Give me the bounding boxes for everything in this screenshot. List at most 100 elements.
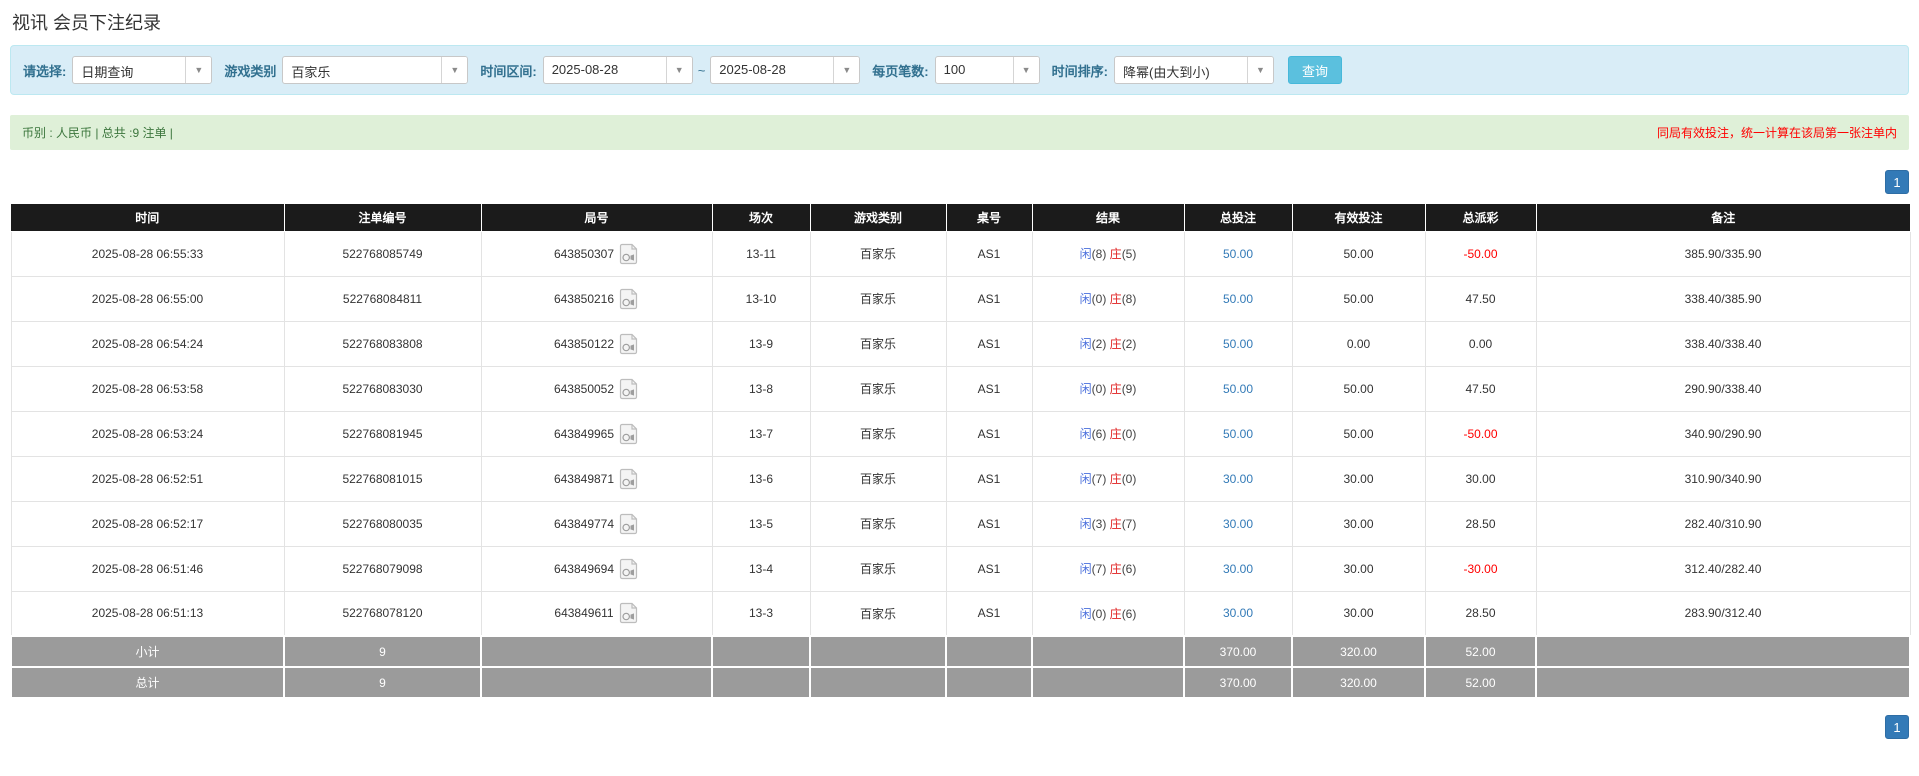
game-type-select[interactable]: 百家乐 ▼ — [282, 56, 469, 84]
result-player-label: 闲 — [1079, 606, 1092, 621]
result-player-value: (7) — [1091, 562, 1107, 576]
round-id-text: 643850122 — [553, 336, 615, 351]
table-row: 2025-08-28 06:55:33 522768085749 6438503… — [10, 230, 1911, 277]
cell-session: 13-7 — [711, 410, 811, 457]
cell-total-bet: 50.00 — [1183, 410, 1293, 457]
result-banker-label: 庄 — [1109, 382, 1122, 396]
cell-payout: 47.50 — [1424, 275, 1537, 322]
summary-cell — [809, 666, 947, 699]
cell-note: 282.40/310.90 — [1535, 500, 1911, 547]
cell-valid-bet: 50.00 — [1291, 230, 1426, 277]
total-bet-link[interactable]: 50.00 — [1223, 382, 1253, 396]
cell-table-no: AS1 — [945, 410, 1033, 457]
date-range-label: 时间区间: — [480, 63, 537, 79]
cell-time: 2025-08-28 06:53:58 — [10, 365, 285, 412]
bet-records-table: 时间 注单编号 局号 场次 游戏类别 桌号 结果 总投注 有效投注 总派彩 备注… — [10, 204, 1911, 699]
video-replay-icon[interactable] — [619, 288, 639, 310]
cell-game-type: 百家乐 — [809, 230, 947, 277]
cell-round-id: 643849694 — [480, 545, 713, 592]
video-replay-icon[interactable] — [619, 513, 639, 535]
cell-game-type: 百家乐 — [809, 590, 947, 637]
table-row: 2025-08-28 06:54:24 522768083808 6438501… — [10, 320, 1911, 367]
video-replay-icon[interactable] — [619, 333, 639, 355]
cell-result: 闲(7) 庄(0) — [1031, 455, 1185, 502]
summary-cell: 370.00 — [1183, 635, 1293, 668]
summary-cell: 52.00 — [1424, 635, 1537, 668]
date-from-value: 2025-08-28 — [551, 62, 619, 77]
summary-cell — [809, 635, 947, 668]
cell-table-no: AS1 — [945, 230, 1033, 277]
cell-table-no: AS1 — [945, 320, 1033, 367]
cell-time: 2025-08-28 06:51:13 — [10, 590, 285, 637]
cell-bet-id: 522768083808 — [283, 320, 482, 367]
date-range-separator: ~ — [697, 62, 706, 78]
cell-note: 310.90/340.90 — [1535, 455, 1911, 502]
pagination-bottom: 1 — [10, 715, 1909, 739]
total-bet-link[interactable]: 50.00 — [1223, 337, 1253, 351]
cell-table-no: AS1 — [945, 590, 1033, 637]
date-to-select[interactable]: 2025-08-28 ▼ — [710, 56, 861, 84]
page-button-1[interactable]: 1 — [1885, 170, 1909, 194]
header-result: 结果 — [1032, 204, 1185, 232]
date-from-select[interactable]: 2025-08-28 ▼ — [542, 56, 693, 84]
cell-bet-id: 522768080035 — [283, 500, 482, 547]
result-banker-value: (6) — [1121, 562, 1137, 576]
page-size-select[interactable]: 100 ▼ — [934, 56, 1040, 84]
pagination-top: 1 — [10, 170, 1909, 194]
total-bet-link[interactable]: 50.00 — [1223, 292, 1253, 306]
cell-table-no: AS1 — [945, 365, 1033, 412]
game-type-value: 百家乐 — [291, 65, 331, 80]
page-button-1[interactable]: 1 — [1885, 715, 1909, 739]
chevron-down-icon[interactable]: ▼ — [185, 57, 212, 83]
chevron-down-icon[interactable]: ▼ — [1012, 57, 1039, 83]
table-row: 2025-08-28 06:55:00 522768084811 6438502… — [10, 275, 1911, 322]
chevron-down-icon[interactable]: ▼ — [665, 57, 692, 83]
cell-total-bet: 30.00 — [1183, 590, 1293, 637]
sort-order-select[interactable]: 降幂(由大到小) ▼ — [1113, 56, 1274, 84]
video-replay-icon[interactable] — [619, 558, 639, 580]
cell-round-id: 643850052 — [480, 365, 713, 412]
total-bet-link[interactable]: 30.00 — [1223, 562, 1253, 576]
cell-note: 312.40/282.40 — [1535, 545, 1911, 592]
summary-cell — [711, 666, 811, 699]
summary-cell: 320.00 — [1291, 635, 1426, 668]
chevron-down-icon[interactable]: ▼ — [833, 57, 860, 83]
video-replay-icon[interactable] — [619, 378, 639, 400]
round-id-text: 643850307 — [553, 246, 615, 261]
result-player-value: (2) — [1091, 337, 1107, 351]
total-bet-link[interactable]: 50.00 — [1223, 427, 1253, 441]
result-player-value: (0) — [1091, 382, 1107, 396]
round-id-text: 643850216 — [553, 291, 615, 306]
video-replay-icon[interactable] — [619, 423, 639, 445]
summary-bar: 币别 : 人民币 | 总共 :9 注单 | 同局有效投注，统一计算在该局第一张注… — [10, 115, 1909, 150]
cell-bet-id: 522768081945 — [283, 410, 482, 457]
cell-round-id: 643850122 — [480, 320, 713, 367]
result-player-label: 闲 — [1079, 247, 1092, 261]
cell-round-id: 643850307 — [480, 230, 713, 277]
summary-cell: 总计 — [10, 666, 285, 699]
summary-cell — [1031, 635, 1185, 668]
cell-valid-bet: 0.00 — [1291, 320, 1426, 367]
cell-round-id: 643849965 — [480, 410, 713, 457]
chevron-down-icon[interactable]: ▼ — [1246, 57, 1273, 83]
total-bet-link[interactable]: 30.00 — [1223, 606, 1253, 620]
summary-cell: 320.00 — [1291, 666, 1426, 699]
video-replay-icon[interactable] — [619, 602, 639, 624]
video-replay-icon[interactable] — [619, 468, 639, 490]
summary-cell — [1535, 635, 1911, 668]
total-bet-link[interactable]: 30.00 — [1223, 472, 1253, 486]
chevron-down-icon[interactable]: ▼ — [441, 57, 468, 83]
cell-round-id: 643849871 — [480, 455, 713, 502]
result-player-label: 闲 — [1079, 337, 1092, 351]
table-row: 2025-08-28 06:51:46 522768079098 6438496… — [10, 545, 1911, 592]
cell-valid-bet: 30.00 — [1291, 500, 1426, 547]
cell-game-type: 百家乐 — [809, 455, 947, 502]
video-replay-icon[interactable] — [619, 243, 639, 265]
total-bet-link[interactable]: 50.00 — [1223, 247, 1253, 261]
summary-cell: 370.00 — [1183, 666, 1293, 699]
query-type-select[interactable]: 日期查询 ▼ — [72, 56, 213, 84]
query-button[interactable]: 查询 — [1287, 56, 1342, 84]
cell-valid-bet: 30.00 — [1291, 545, 1426, 592]
total-bet-link[interactable]: 30.00 — [1223, 517, 1253, 531]
result-banker-label: 庄 — [1109, 472, 1122, 486]
